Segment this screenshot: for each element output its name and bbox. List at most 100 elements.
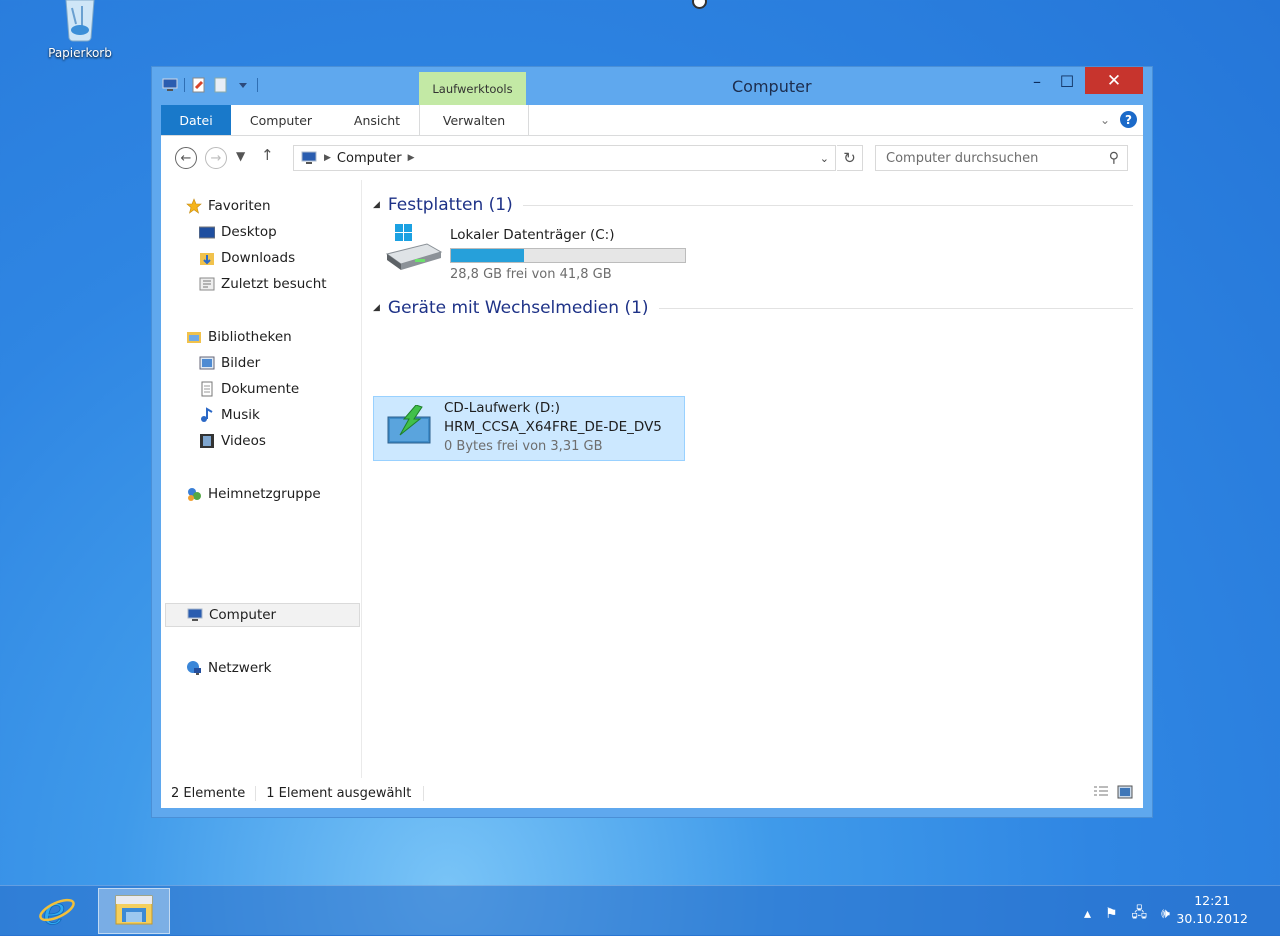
search-input[interactable]: Computer durchsuchen ⚲ bbox=[875, 145, 1128, 171]
sidebar-item-label: Bibliotheken bbox=[208, 329, 292, 345]
sidebar-item-videos[interactable]: Videos bbox=[199, 429, 266, 453]
recent-places-icon bbox=[199, 276, 215, 292]
help-icon[interactable]: ? bbox=[1120, 111, 1137, 128]
explorer-window: Laufwerktools Computer – ☐ ✕ Datei Compu… bbox=[152, 67, 1152, 817]
computer-icon[interactable] bbox=[162, 77, 178, 93]
sidebar-item-music[interactable]: Musik bbox=[199, 403, 260, 427]
sidebar-item-label: Netzwerk bbox=[208, 660, 272, 676]
clock[interactable]: 12:21 30.10.2012 bbox=[1176, 892, 1248, 928]
title-bar[interactable]: Laufwerktools Computer – ☐ ✕ bbox=[152, 67, 1152, 105]
sidebar-item-label: Videos bbox=[221, 433, 266, 449]
toolbar-divider bbox=[257, 78, 258, 92]
back-button[interactable]: ← bbox=[175, 147, 197, 169]
tab-view[interactable]: Ansicht bbox=[337, 105, 417, 135]
selection-count: 1 Element ausgewählt bbox=[256, 785, 425, 801]
drive-space: 0 Bytes frei von 3,31 GB bbox=[444, 439, 603, 454]
navigation-pane: Favoriten Desktop Downloads Zuletzt besu… bbox=[161, 180, 362, 778]
cd-drive-icon bbox=[386, 404, 432, 447]
taskbar: e ▴ ⚑ 🖧 🕪 12:21 30.10.2012 bbox=[0, 885, 1280, 936]
sidebar-item-label: Computer bbox=[209, 607, 277, 623]
details-view-icon[interactable] bbox=[1093, 785, 1109, 799]
up-button[interactable]: ↑ bbox=[261, 146, 274, 164]
sidebar-item-recent[interactable]: Zuletzt besucht bbox=[199, 272, 327, 296]
sidebar-item-downloads[interactable]: Downloads bbox=[199, 246, 295, 270]
sidebar-item-desktop[interactable]: Desktop bbox=[198, 220, 277, 244]
group-header-hard-drives[interactable]: ◢ Festplatten (1) bbox=[373, 195, 1133, 215]
tab-file[interactable]: Datei bbox=[161, 105, 231, 135]
drive-d[interactable]: CD-Laufwerk (D:) HRM_CCSA_X64FRE_DE-DE_D… bbox=[373, 396, 685, 461]
drive-usage-bar bbox=[450, 248, 686, 263]
sidebar-item-documents[interactable]: Dokumente bbox=[199, 377, 299, 401]
forward-button[interactable]: → bbox=[205, 147, 227, 169]
tab-computer[interactable]: Computer bbox=[233, 105, 329, 135]
hard-drive-icon bbox=[385, 224, 443, 274]
tab-manage[interactable]: Verwalten bbox=[419, 105, 529, 135]
sidebar-item-label: Heimnetzgruppe bbox=[208, 486, 321, 502]
group-title: Geräte mit Wechselmedien (1) bbox=[387, 298, 649, 318]
large-icons-view-icon[interactable] bbox=[1117, 785, 1133, 799]
network-status-icon[interactable]: 🖧 bbox=[1132, 902, 1148, 926]
sidebar-item-network[interactable]: Netzwerk bbox=[186, 656, 272, 680]
recycle-bin-icon bbox=[60, 0, 100, 42]
item-count: 2 Elemente bbox=[161, 785, 257, 801]
sidebar-item-favorites[interactable]: Favoriten bbox=[186, 194, 271, 218]
new-folder-icon[interactable] bbox=[213, 77, 229, 93]
customize-toolbar-icon[interactable] bbox=[235, 77, 251, 93]
collapse-icon[interactable]: ◢ bbox=[373, 303, 380, 313]
address-dropdown-icon[interactable]: ⌄ bbox=[820, 152, 829, 165]
libraries-icon bbox=[186, 329, 202, 345]
properties-icon[interactable] bbox=[191, 77, 207, 93]
network-icon bbox=[186, 660, 202, 676]
documents-icon bbox=[199, 381, 215, 397]
downloads-folder-icon bbox=[199, 250, 215, 266]
minimize-button[interactable]: – bbox=[1024, 67, 1050, 95]
show-hidden-icons-icon[interactable]: ▴ bbox=[1084, 906, 1091, 922]
collapse-icon[interactable]: ◢ bbox=[373, 200, 380, 210]
recent-locations-icon[interactable]: ▼ bbox=[236, 149, 245, 163]
navigation-bar: ← → ▼ ↑ ▶ Computer ▶ ⌄ ↻ Computer durchs… bbox=[161, 136, 1143, 180]
clock-date: 30.10.2012 bbox=[1176, 911, 1248, 926]
svg-text:e: e bbox=[43, 890, 66, 930]
address-bar[interactable]: ▶ Computer ▶ ⌄ bbox=[293, 145, 836, 171]
pictures-icon bbox=[199, 355, 215, 371]
file-explorer-button[interactable] bbox=[98, 888, 170, 934]
window-title: Computer bbox=[732, 77, 812, 96]
action-center-icon[interactable]: ⚑ bbox=[1105, 906, 1118, 922]
homegroup-icon bbox=[186, 486, 202, 502]
internet-explorer-button[interactable]: e bbox=[32, 889, 82, 934]
search-icon[interactable]: ⚲ bbox=[1109, 150, 1119, 166]
sidebar-item-homegroup[interactable]: Heimnetzgruppe bbox=[186, 482, 321, 506]
group-header-removable[interactable]: ◢ Geräte mit Wechselmedien (1) bbox=[373, 298, 1133, 318]
volume-icon[interactable]: 🕪 bbox=[1161, 906, 1170, 922]
group-divider bbox=[522, 204, 1133, 206]
refresh-button[interactable]: ↻ bbox=[837, 145, 863, 171]
drive-usage-fill bbox=[451, 249, 524, 262]
drive-c[interactable]: Lokaler Datenträger (C:) 28,8 GB frei vo… bbox=[379, 220, 699, 284]
view-switcher bbox=[1093, 785, 1133, 799]
drive-name: CD-Laufwerk (D:) bbox=[444, 400, 561, 416]
group-title: Festplatten (1) bbox=[387, 195, 513, 215]
context-tab-group: Laufwerktools bbox=[419, 72, 526, 105]
sidebar-item-computer[interactable]: Computer bbox=[165, 603, 360, 627]
file-explorer-icon bbox=[114, 892, 154, 930]
breadcrumb-separator-icon[interactable]: ▶ bbox=[408, 153, 415, 163]
toolbar-divider bbox=[184, 78, 185, 92]
sidebar-item-label: Dokumente bbox=[221, 381, 300, 397]
star-icon bbox=[186, 198, 202, 214]
maximize-button[interactable]: ☐ bbox=[1054, 67, 1080, 95]
drive-volume-label: HRM_CCSA_X64FRE_DE-DE_DV5 bbox=[444, 419, 662, 435]
sidebar-item-libraries[interactable]: Bibliotheken bbox=[186, 325, 292, 349]
sidebar-item-pictures[interactable]: Bilder bbox=[199, 351, 260, 375]
breadcrumb-separator-icon[interactable]: ▶ bbox=[324, 153, 331, 163]
internet-explorer-icon: e bbox=[37, 889, 77, 934]
recycle-bin[interactable]: Papierkorb bbox=[40, 0, 120, 60]
expand-ribbon-icon[interactable]: ⌄ bbox=[1100, 113, 1110, 127]
recycle-bin-label: Papierkorb bbox=[48, 46, 112, 60]
quick-access-toolbar bbox=[162, 77, 258, 93]
breadcrumb-computer[interactable]: Computer bbox=[337, 151, 402, 166]
computer-icon bbox=[300, 151, 318, 165]
close-button[interactable]: ✕ bbox=[1085, 67, 1143, 94]
ribbon-right: ⌄ ? bbox=[1100, 111, 1137, 128]
ribbon: Datei Computer Ansicht Verwalten ⌄ ? bbox=[161, 105, 1143, 136]
group-divider bbox=[658, 307, 1133, 309]
